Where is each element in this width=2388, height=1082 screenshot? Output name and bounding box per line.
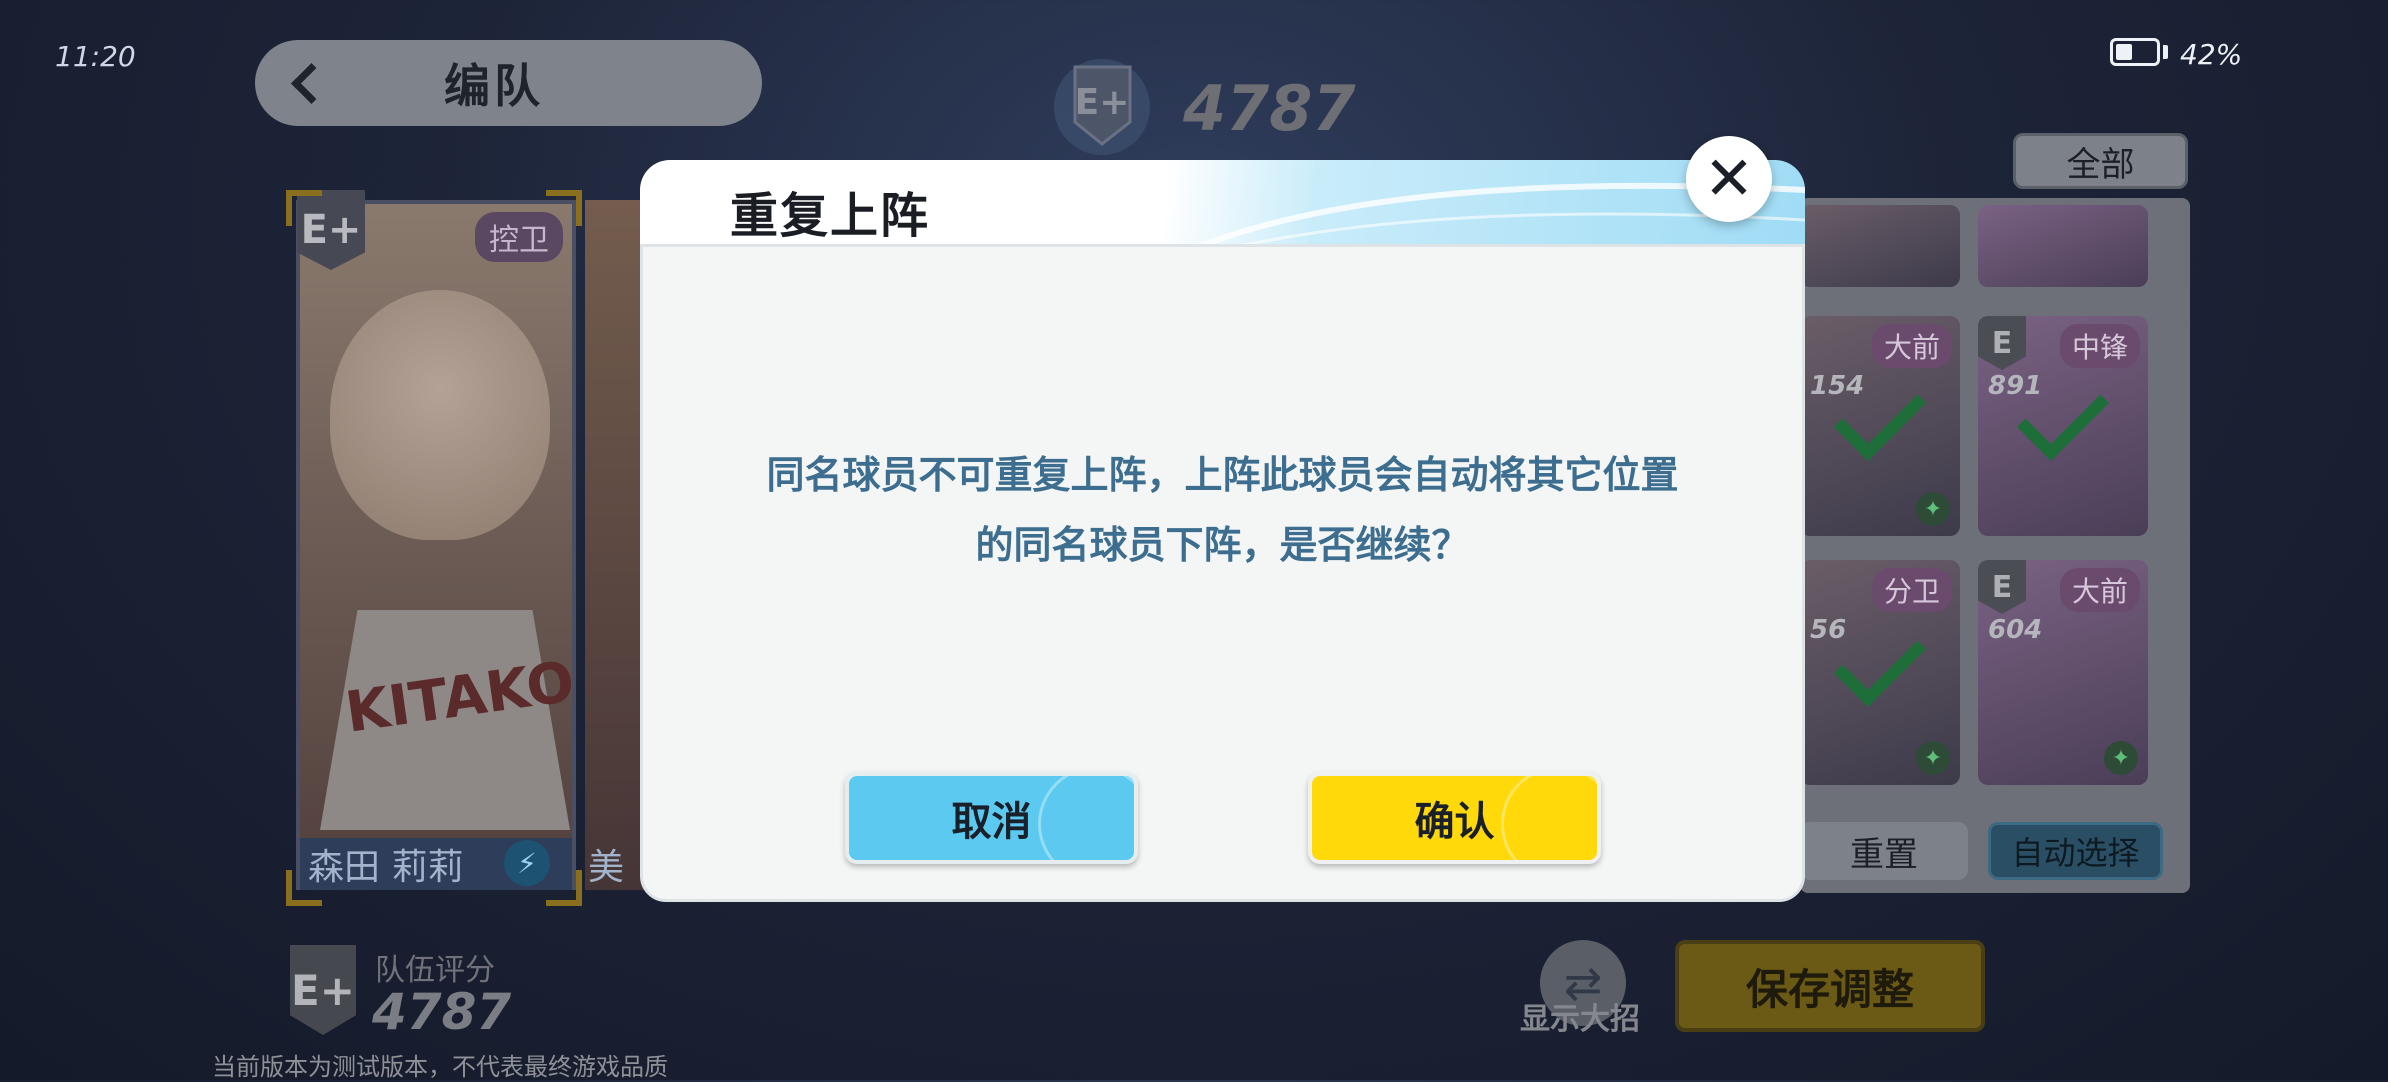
roster-card-partial[interactable]	[1800, 205, 1960, 287]
position-tag: 中锋	[2059, 324, 2140, 368]
roster-card[interactable]: 分卫 56 ✦	[1800, 560, 1960, 785]
dialog-title: 重复上阵	[730, 188, 931, 244]
cancel-button[interactable]: 取消	[845, 772, 1138, 864]
star-icon: ✦	[2104, 741, 2138, 775]
basketball-decoration	[1501, 776, 1597, 860]
battery-icon	[2110, 38, 2160, 66]
roster-panel	[1800, 198, 2190, 893]
page-title: 编队	[444, 59, 544, 113]
roster-card[interactable]: 大前 154 ✦	[1800, 316, 1960, 536]
card-number: 891	[1988, 371, 2043, 401]
card-corner	[546, 870, 582, 906]
confirm-button[interactable]: 确认	[1308, 772, 1601, 864]
battery-nub	[2163, 45, 2168, 59]
card-number: 56	[1810, 615, 1847, 645]
basketball-decoration	[1038, 776, 1134, 860]
reset-button[interactable]: 重置	[1800, 822, 1968, 880]
team-rating-value: 4787	[372, 983, 512, 1041]
confirm-label: 确认	[1414, 799, 1495, 845]
player-portrait	[330, 290, 550, 540]
cancel-label: 取消	[951, 799, 1032, 845]
second-player-name: 美	[588, 847, 625, 888]
team-rank-emblem: E+	[1054, 59, 1150, 155]
test-version-disclaimer: 当前版本为测试版本，不代表最终游戏品质	[212, 1053, 668, 1081]
dialog-message: 同名球员不可重复上阵，上阵此球员会自动将其它位置 的同名球员下阵，是否继续？	[700, 440, 1745, 580]
card-number: 154	[1810, 371, 1865, 401]
roster-card[interactable]: E 大前 604 ✦	[1978, 560, 2148, 785]
position-tag: 大前	[2059, 568, 2140, 612]
card-corner	[286, 870, 322, 906]
position-tag: 分卫	[1871, 568, 1952, 612]
roster-card[interactable]: E 中锋 891	[1978, 316, 2148, 536]
star-icon: ✦	[1916, 741, 1950, 775]
roster-card-partial[interactable]	[1978, 205, 2148, 287]
card-corner	[546, 190, 582, 226]
auto-select-button[interactable]: 自动选择	[1988, 822, 2163, 880]
star-icon: ✦	[1916, 492, 1950, 526]
close-icon: ✕	[1703, 144, 1755, 214]
rank-badge: E	[1978, 316, 2026, 370]
team-rank-badge: E+	[290, 945, 356, 1035]
team-score: 4787	[1183, 72, 1356, 145]
lightning-icon: ⚡	[504, 840, 550, 886]
dialog-message-line1: 同名球员不可重复上阵，上阵此球员会自动将其它位置	[766, 453, 1679, 497]
rank-badge: E	[1978, 560, 2026, 614]
status-time: 11:20	[55, 40, 136, 73]
check-icon	[1834, 615, 1926, 708]
back-arrow-icon	[290, 62, 333, 104]
team-rank-text: E+	[1075, 82, 1130, 123]
position-tag: 大前	[1871, 324, 1952, 368]
filter-all-button[interactable]: 全部	[2013, 133, 2188, 189]
back-button[interactable]: 编队	[255, 40, 762, 126]
second-player-card[interactable]	[585, 200, 645, 890]
dialog-message-line2: 的同名球员下阵，是否继续？	[975, 523, 1470, 567]
card-number: 604	[1988, 615, 2043, 645]
close-button[interactable]: ✕	[1686, 136, 1772, 222]
card-corner	[286, 190, 322, 226]
save-button[interactable]: 保存调整	[1675, 940, 1985, 1032]
show-ultimate-label[interactable]: 显示大招	[1520, 994, 1640, 1038]
battery-percent: 42%	[2180, 38, 2243, 71]
